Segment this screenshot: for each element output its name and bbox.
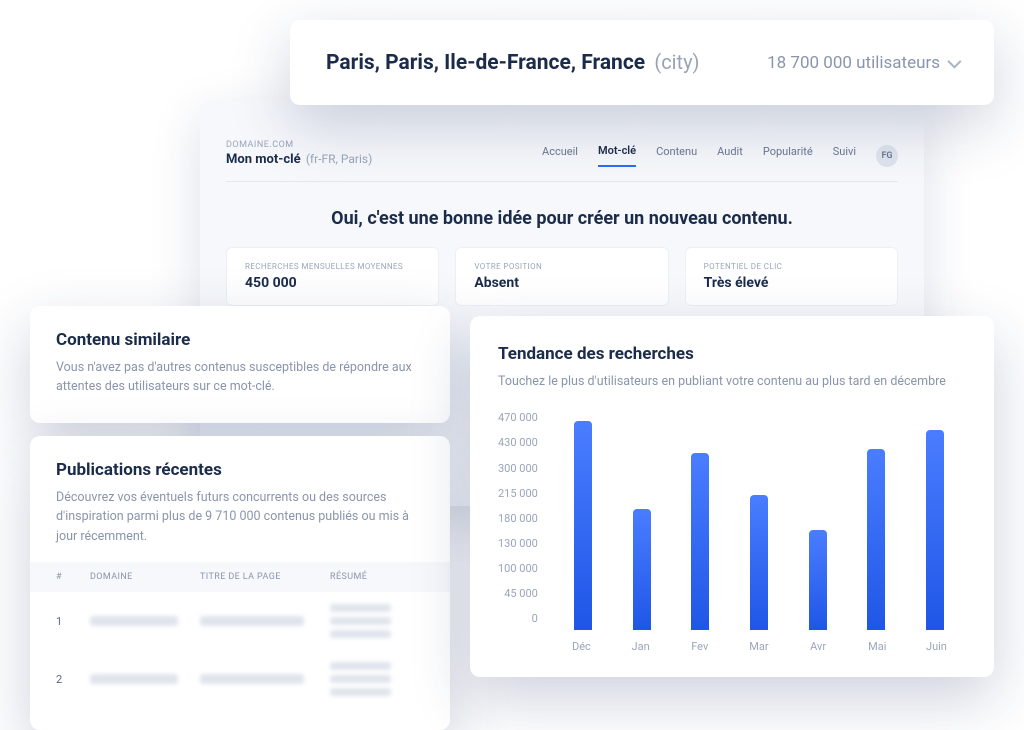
row-summary — [330, 662, 424, 696]
chart-bar — [750, 495, 768, 630]
table-header-row: # DOMAINE TITRE DE LA PAGE RÉSUMÉ — [30, 562, 450, 592]
stat-position: VOTRE POSITION Absent — [455, 247, 668, 306]
domain-label: DOMAINE.COM — [226, 140, 372, 150]
y-tick: 180 000 — [498, 512, 538, 525]
x-tick: Déc — [552, 640, 611, 653]
chart-bar — [809, 530, 827, 630]
stat-value: 450 000 — [245, 275, 420, 291]
card-title: Publications récentes — [56, 460, 424, 480]
y-tick: 430 000 — [498, 436, 538, 449]
table-row[interactable]: 2 — [30, 650, 450, 708]
stat-value: Absent — [474, 275, 649, 291]
location-text: Paris, Paris, Ile-de-France, France — [326, 51, 645, 75]
col-summary: RÉSUMÉ — [330, 572, 424, 582]
row-domain — [90, 674, 200, 684]
x-tick: Juin — [907, 640, 966, 653]
col-num: # — [56, 572, 90, 582]
stats-row: RECHERCHES MENSUELLES MOYENNES 450 000 V… — [226, 247, 898, 306]
row-title — [200, 616, 330, 626]
card-desc: Vous n'avez pas d'autres contenus suscep… — [56, 358, 424, 397]
col-domain: DOMAINE — [90, 572, 200, 582]
dashboard-header: DOMAINE.COM Mon mot-clé (fr-FR, Paris) A… — [226, 120, 898, 182]
stat-potential: POTENTIEL DE CLIC Très élevé — [685, 247, 898, 306]
avatar[interactable]: FG — [876, 145, 898, 167]
chart-y-axis: 470 000 430 000 300 000 215 000 180 000 … — [498, 411, 552, 653]
publications-card: Publications récentes Découvrez vos éven… — [30, 436, 450, 730]
stat-label: VOTRE POSITION — [474, 262, 649, 271]
tab-accueil[interactable]: Accueil — [542, 145, 578, 166]
tab-popularite[interactable]: Popularité — [763, 145, 813, 166]
card-desc: Touchez le plus d'utilisateurs en publia… — [498, 372, 966, 391]
stat-searches: RECHERCHES MENSUELLES MOYENNES 450 000 — [226, 247, 439, 306]
y-tick: 100 000 — [498, 562, 538, 575]
publications-table: # DOMAINE TITRE DE LA PAGE RÉSUMÉ 1 2 — [30, 562, 450, 708]
stat-value: Très élevé — [704, 275, 879, 291]
tab-audit[interactable]: Audit — [717, 145, 743, 166]
tab-contenu[interactable]: Contenu — [656, 145, 697, 166]
card-title: Tendance des recherches — [498, 344, 966, 364]
dashboard-nav: Accueil Mot-clé Contenu Audit Popularité… — [542, 144, 898, 167]
y-tick: 45 000 — [498, 587, 538, 600]
chart-x-axis: DécJanFevMarAvrMaiJuin — [552, 630, 966, 653]
x-tick: Mar — [729, 640, 788, 653]
chart-bar — [926, 430, 944, 630]
tab-motcle[interactable]: Mot-clé — [598, 144, 636, 167]
row-domain — [90, 616, 200, 626]
row-index: 1 — [56, 615, 90, 628]
x-tick: Mai — [848, 640, 907, 653]
keyword-title: Mon mot-clé (fr-FR, Paris) — [226, 152, 372, 167]
headline: Oui, c'est une bonne idée pour créer un … — [226, 208, 898, 229]
y-tick: 470 000 — [498, 411, 538, 424]
chart-bar — [574, 421, 592, 630]
location-name: Paris, Paris, Ile-de-France, France (cit… — [326, 50, 700, 75]
chart-bar — [633, 509, 651, 630]
location-type: (city) — [654, 50, 699, 74]
y-tick: 0 — [498, 612, 538, 625]
chevron-down-icon — [947, 54, 961, 68]
chart-bars — [552, 411, 966, 630]
tab-suivi[interactable]: Suivi — [833, 145, 856, 166]
users-dropdown[interactable]: 18 700 000 utilisateurs — [767, 53, 958, 73]
keyword-text: Mon mot-clé — [226, 152, 301, 167]
x-tick: Jan — [611, 640, 670, 653]
stat-label: POTENTIEL DE CLIC — [704, 262, 879, 271]
similar-content-card: Contenu similaire Vous n'avez pas d'autr… — [30, 306, 450, 423]
x-tick: Fev — [670, 640, 729, 653]
dashboard-title-block: DOMAINE.COM Mon mot-clé (fr-FR, Paris) — [226, 140, 372, 167]
location-bar[interactable]: Paris, Paris, Ile-de-France, France (cit… — [290, 20, 994, 105]
users-count-label: 18 700 000 utilisateurs — [767, 53, 940, 73]
chart-bar — [867, 449, 885, 630]
card-title: Contenu similaire — [56, 330, 424, 350]
row-title — [200, 674, 330, 684]
row-summary — [330, 604, 424, 638]
chart-plot: DécJanFevMarAvrMaiJuin — [552, 411, 966, 653]
table-row[interactable]: 1 — [30, 592, 450, 650]
card-desc: Découvrez vos éventuels futurs concurren… — [56, 488, 424, 546]
trend-card: Tendance des recherches Touchez le plus … — [470, 316, 994, 677]
chart-bar — [691, 453, 709, 630]
x-tick: Avr — [789, 640, 848, 653]
y-tick: 130 000 — [498, 537, 538, 550]
row-index: 2 — [56, 673, 90, 686]
col-page-title: TITRE DE LA PAGE — [200, 572, 330, 582]
stat-label: RECHERCHES MENSUELLES MOYENNES — [245, 262, 420, 271]
y-tick: 215 000 — [498, 487, 538, 500]
chart: 470 000 430 000 300 000 215 000 180 000 … — [498, 411, 966, 653]
keyword-meta: (fr-FR, Paris) — [306, 152, 372, 166]
y-tick: 300 000 — [498, 462, 538, 475]
